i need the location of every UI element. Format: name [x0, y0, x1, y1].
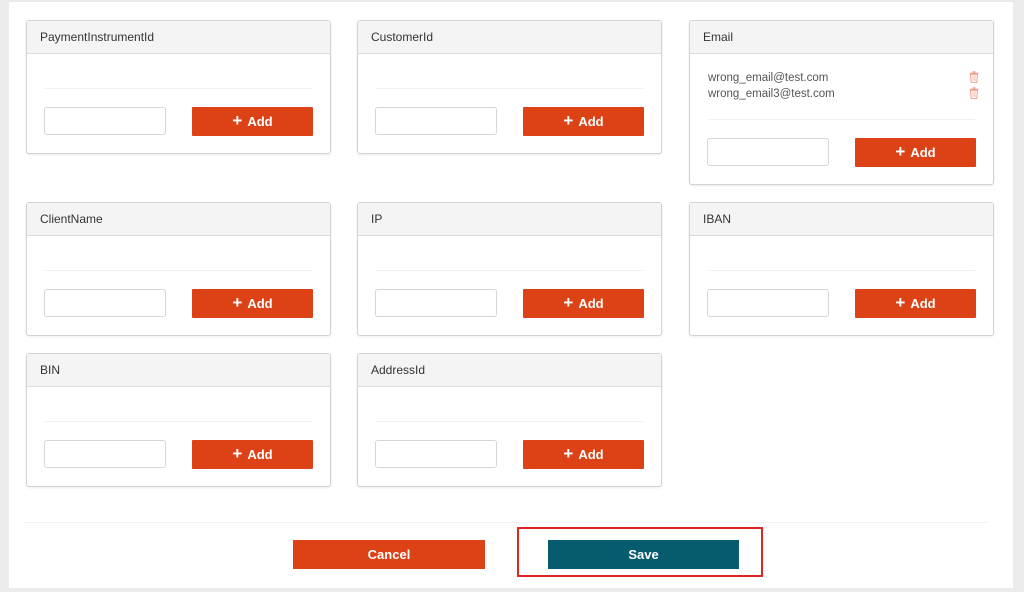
list-item: wrong_email@test.com — [708, 70, 979, 86]
plus-icon: + — [563, 444, 574, 463]
bin-input[interactable] — [44, 440, 166, 468]
card-title: AddressId — [358, 354, 661, 387]
divider — [376, 88, 643, 89]
card-client-name: ClientName + Add — [26, 202, 331, 336]
divider — [45, 270, 312, 271]
add-email-button[interactable]: + Add — [855, 138, 976, 167]
plus-icon: + — [895, 293, 906, 312]
cancel-button[interactable]: Cancel — [293, 540, 485, 569]
divider — [376, 421, 643, 422]
divider — [708, 119, 975, 120]
add-customer-id-button[interactable]: + Add — [523, 107, 644, 136]
save-button[interactable]: Save — [548, 540, 739, 569]
email-input[interactable] — [707, 138, 829, 166]
plus-icon: + — [232, 111, 243, 130]
card-title: IP — [358, 203, 661, 236]
add-bin-button[interactable]: + Add — [192, 440, 313, 469]
payment-instrument-id-input[interactable] — [44, 107, 166, 135]
plus-icon: + — [563, 293, 574, 312]
ip-input[interactable] — [375, 289, 497, 317]
divider — [45, 88, 312, 89]
add-button-label: Add — [910, 145, 936, 160]
plus-icon: + — [563, 111, 574, 130]
card-title: ClientName — [27, 203, 330, 236]
add-button-label: Add — [578, 447, 604, 462]
email-value: wrong_email3@test.com — [708, 88, 835, 100]
customer-id-input[interactable] — [375, 107, 497, 135]
add-button-label: Add — [247, 114, 273, 129]
card-email: Email wrong_email@test.com wrong_email3@… — [689, 20, 994, 185]
add-button-label: Add — [578, 114, 604, 129]
add-client-name-button[interactable]: + Add — [192, 289, 313, 318]
plus-icon: + — [232, 444, 243, 463]
add-button-label: Add — [910, 296, 936, 311]
add-button-label: Add — [247, 447, 273, 462]
trash-icon[interactable] — [969, 87, 979, 99]
add-payment-instrument-id-button[interactable]: + Add — [192, 107, 313, 136]
card-title: CustomerId — [358, 21, 661, 54]
plus-icon: + — [895, 142, 906, 161]
list-item: wrong_email3@test.com — [708, 86, 979, 102]
address-id-input[interactable] — [375, 440, 497, 468]
add-iban-button[interactable]: + Add — [855, 289, 976, 318]
add-button-label: Add — [578, 296, 604, 311]
divider — [45, 421, 312, 422]
divider — [376, 270, 643, 271]
email-value: wrong_email@test.com — [708, 72, 829, 84]
plus-icon: + — [232, 293, 243, 312]
card-title: BIN — [27, 354, 330, 387]
card-title: PaymentInstrumentId — [27, 21, 330, 54]
card-bin: BIN + Add — [26, 353, 331, 487]
card-address-id: AddressId + Add — [357, 353, 662, 487]
card-customer-id: CustomerId + Add — [357, 20, 662, 154]
card-payment-instrument-id: PaymentInstrumentId + Add — [26, 20, 331, 154]
add-button-label: Add — [247, 296, 273, 311]
add-address-id-button[interactable]: + Add — [523, 440, 644, 469]
card-ip: IP + Add — [357, 202, 662, 336]
divider — [708, 270, 975, 271]
trash-icon[interactable] — [969, 71, 979, 83]
card-title: Email — [690, 21, 993, 54]
footer-divider — [24, 522, 989, 523]
iban-input[interactable] — [707, 289, 829, 317]
card-iban: IBAN + Add — [689, 202, 994, 336]
add-ip-button[interactable]: + Add — [523, 289, 644, 318]
client-name-input[interactable] — [44, 289, 166, 317]
card-title: IBAN — [690, 203, 993, 236]
